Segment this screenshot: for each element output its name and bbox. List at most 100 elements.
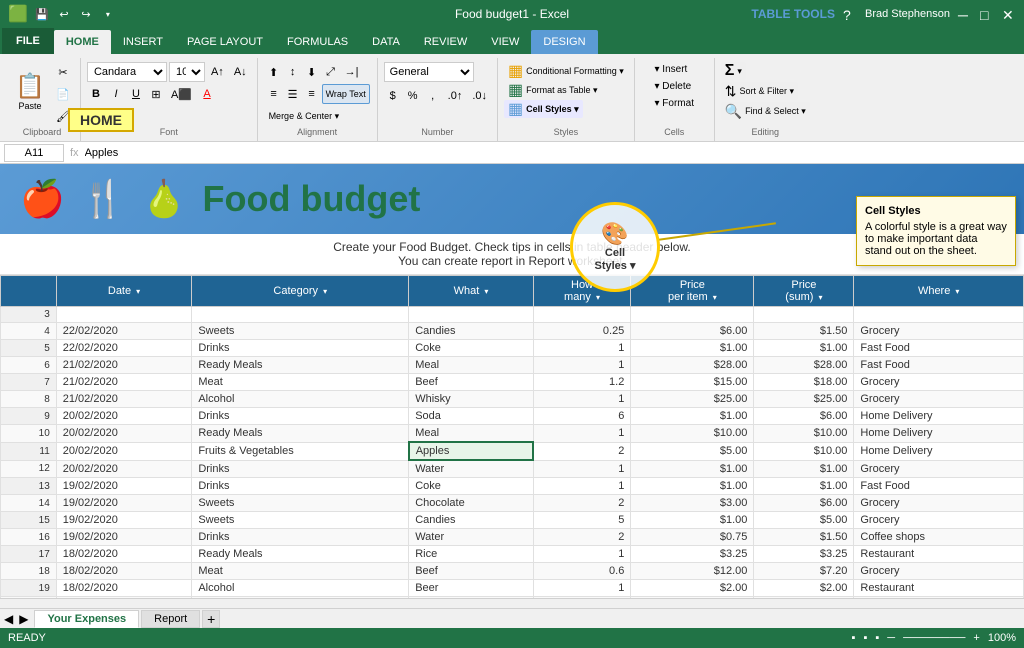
quick-access-redo[interactable]: ↪ <box>78 6 94 22</box>
table-cell[interactable]: 1.2 <box>533 374 631 391</box>
table-cell[interactable]: Water <box>409 460 534 478</box>
bold-button[interactable]: B <box>87 84 105 104</box>
number-format-select[interactable]: General <box>384 62 474 82</box>
table-cell[interactable]: $12.00 <box>631 563 754 580</box>
name-box[interactable] <box>4 144 64 162</box>
table-cell[interactable]: Grocery <box>854 391 1024 408</box>
zoom-out-btn[interactable]: ─ <box>887 632 895 644</box>
table-cell[interactable]: Drinks <box>192 478 409 495</box>
table-cell[interactable]: Fruits & Vegetables <box>192 442 409 460</box>
format-btn[interactable]: ▾ Format <box>650 96 699 111</box>
tab-design[interactable]: DESIGN <box>531 30 597 54</box>
sheet-tab-report[interactable]: Report <box>141 610 200 628</box>
col-price-item[interactable]: Priceper item ▾ <box>631 276 754 307</box>
table-cell[interactable]: $1.00 <box>754 478 854 495</box>
table-cell[interactable]: 21/02/2020 <box>56 391 192 408</box>
table-cell[interactable]: Alcohol <box>192 580 409 597</box>
dec-dec-btn[interactable]: .0↓ <box>468 86 491 106</box>
table-cell[interactable]: 1 <box>533 580 631 597</box>
sheet-tab-expenses[interactable]: Your Expenses <box>34 610 139 628</box>
table-cell[interactable]: Grocery <box>854 563 1024 580</box>
view-page-break-icon[interactable]: ▪ <box>875 632 879 644</box>
table-cell[interactable]: Beef <box>409 563 534 580</box>
col-category[interactable]: Category ▾ <box>192 276 409 307</box>
tab-file[interactable]: FILE <box>2 28 54 54</box>
zoom-slider[interactable]: ──────── <box>903 632 965 644</box>
table-cell[interactable]: Sweets <box>192 323 409 340</box>
increase-font-btn[interactable]: A↑ <box>207 62 228 82</box>
table-cell[interactable]: Meat <box>192 374 409 391</box>
table-cell[interactable]: $1.00 <box>754 340 854 357</box>
table-cell[interactable] <box>533 307 631 323</box>
delete-btn[interactable]: ▾ Delete <box>650 79 697 94</box>
table-cell[interactable]: $6.00 <box>631 323 754 340</box>
font-size-select[interactable]: 10 <box>169 62 205 82</box>
table-cell[interactable]: Apples <box>409 442 534 460</box>
table-cell[interactable]: Home Delivery <box>854 442 1024 460</box>
add-sheet-btn[interactable]: + <box>202 610 220 628</box>
table-cell[interactable]: Ready Meals <box>192 546 409 563</box>
table-cell[interactable]: $5.00 <box>754 512 854 529</box>
table-cell[interactable]: Fast Food <box>854 340 1024 357</box>
help-btn[interactable]: ? <box>843 7 857 21</box>
border-button[interactable]: ⊞ <box>147 84 165 104</box>
table-cell[interactable]: Home Delivery <box>854 425 1024 443</box>
table-cell[interactable]: 5 <box>533 512 631 529</box>
table-cell[interactable]: $28.00 <box>631 357 754 374</box>
table-cell[interactable]: Meal <box>409 425 534 443</box>
table-cell[interactable]: 6 <box>533 408 631 425</box>
table-cell[interactable] <box>631 307 754 323</box>
table-cell[interactable]: $6.00 <box>754 408 854 425</box>
table-cell[interactable]: 2 <box>533 529 631 546</box>
table-cell[interactable]: 18/02/2020 <box>56 580 192 597</box>
table-cell[interactable] <box>854 307 1024 323</box>
format-as-table-btn[interactable]: ▦ Format as Table ▾ <box>504 81 602 99</box>
table-cell[interactable]: Drinks <box>192 340 409 357</box>
table-cell[interactable]: $28.00 <box>754 357 854 374</box>
table-cell[interactable]: Grocery <box>854 495 1024 512</box>
table-cell[interactable]: Grocery <box>854 323 1024 340</box>
table-cell[interactable]: Ready Meals <box>192 357 409 374</box>
table-cell[interactable]: 18/02/2020 <box>56 546 192 563</box>
table-cell[interactable]: $0.75 <box>631 529 754 546</box>
table-cell[interactable]: 1 <box>533 340 631 357</box>
align-right-btn[interactable]: ≡ <box>303 84 321 104</box>
table-cell[interactable]: $3.25 <box>754 546 854 563</box>
copy-button[interactable]: 📄 <box>52 84 74 104</box>
data-table-wrapper[interactable]: Date ▾ Category ▾ What ▾ Howmany ▾ Price… <box>0 275 1024 598</box>
tab-page-layout[interactable]: PAGE LAYOUT <box>175 30 275 54</box>
col-what[interactable]: What ▾ <box>409 276 534 307</box>
minimize-btn[interactable]: ─ <box>958 7 972 21</box>
table-cell[interactable]: $5.00 <box>631 442 754 460</box>
table-cell[interactable]: Fast Food <box>854 357 1024 374</box>
col-price-sum[interactable]: Price(sum) ▾ <box>754 276 854 307</box>
table-cell[interactable]: $10.00 <box>631 425 754 443</box>
table-cell[interactable]: $1.50 <box>754 529 854 546</box>
table-cell[interactable]: $1.00 <box>631 340 754 357</box>
table-cell[interactable]: Soda <box>409 408 534 425</box>
table-cell[interactable]: 1 <box>533 357 631 374</box>
merge-center-btn[interactable]: Merge & Center ▾ <box>265 106 344 126</box>
table-cell[interactable]: Drinks <box>192 460 409 478</box>
table-cell[interactable]: Candies <box>409 512 534 529</box>
sort-filter-btn[interactable]: ⇅ Sort & Filter ▾ <box>721 82 798 100</box>
paste-button[interactable]: 📋 Paste <box>10 62 50 120</box>
table-cell[interactable]: Drinks <box>192 529 409 546</box>
dec-inc-btn[interactable]: .0↑ <box>444 86 467 106</box>
conditional-formatting-btn[interactable]: ▦ Conditional Formatting ▾ <box>504 62 628 80</box>
table-cell[interactable]: 19/02/2020 <box>56 529 192 546</box>
table-cell[interactable]: 2 <box>533 442 631 460</box>
cut-button[interactable]: ✂ <box>52 62 74 82</box>
table-cell[interactable]: Restaurant <box>854 546 1024 563</box>
table-cell[interactable]: Grocery <box>854 512 1024 529</box>
percent-btn[interactable]: % <box>404 86 422 106</box>
table-cell[interactable]: $10.00 <box>754 425 854 443</box>
table-cell[interactable]: 19/02/2020 <box>56 478 192 495</box>
align-left-btn[interactable]: ≡ <box>265 84 283 104</box>
table-cell[interactable]: $25.00 <box>631 391 754 408</box>
table-cell[interactable]: $2.00 <box>754 580 854 597</box>
table-cell[interactable]: $7.20 <box>754 563 854 580</box>
align-middle-btn[interactable]: ↕ <box>284 62 302 82</box>
quick-access-save[interactable]: 💾 <box>34 6 50 22</box>
nav-next-sheet[interactable]: ▶ <box>19 612 28 626</box>
